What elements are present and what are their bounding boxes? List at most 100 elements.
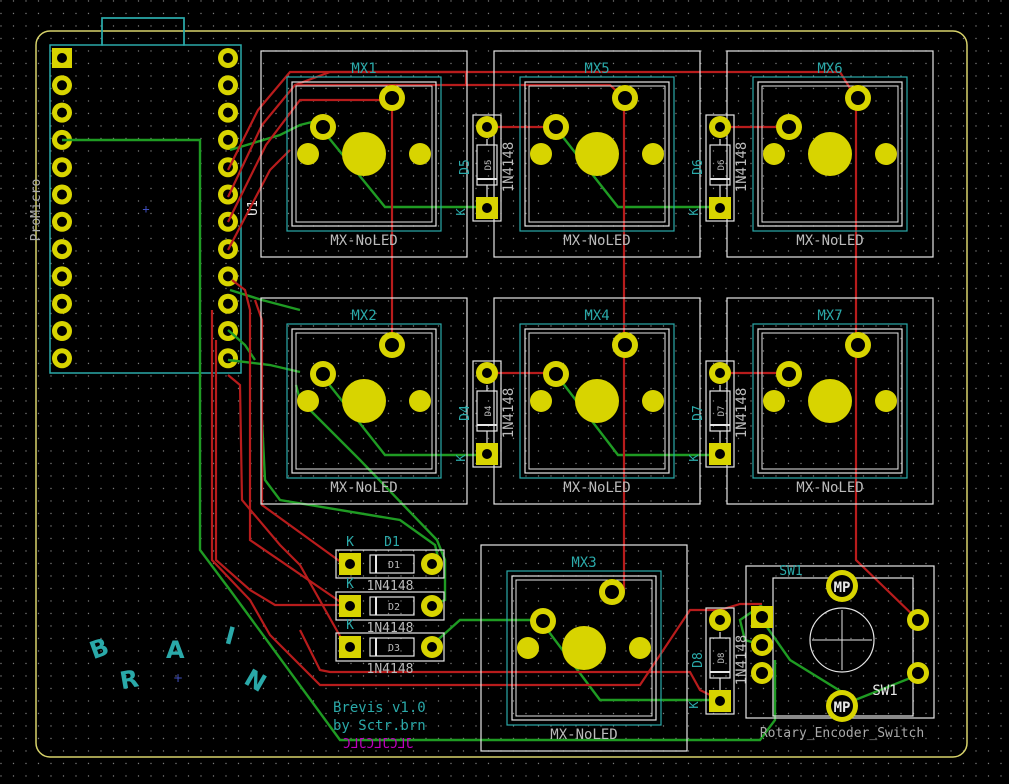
switch-peg-right <box>409 143 431 165</box>
promicro-pad-hole <box>57 244 67 255</box>
switch-value-label: MX-NoLED <box>796 480 863 496</box>
promicro-pad-hole <box>57 216 67 227</box>
promicro-pad-hole <box>57 80 67 91</box>
diode-inner-ref: D4 <box>484 406 494 417</box>
key-switch[interactable]: MX5 MX-NoLED <box>493 50 701 258</box>
diode-k-marker: K <box>346 535 354 550</box>
switch-peg-right <box>642 143 664 165</box>
credits-back-text: JLCJLCJLC <box>343 737 413 752</box>
credits-line-2: by Sctr.brn <box>333 718 426 734</box>
promicro-pad-hole <box>57 326 67 336</box>
switch-ref-label: MX4 <box>584 308 609 324</box>
key-switch[interactable]: MX7 MX-NoLED <box>726 297 934 505</box>
switch-peg-left <box>530 143 552 165</box>
diode-inner-ref: D5 <box>484 160 494 171</box>
diode-pad-anode-hole <box>427 559 437 569</box>
diode-pad-cathode-hole <box>715 449 725 459</box>
encoder-switch-pad-1-hole <box>912 614 924 626</box>
diode-pad-anode-hole <box>715 615 725 625</box>
diode-ref-label: D8 <box>691 652 706 668</box>
switch-pin-2-hole <box>618 338 632 352</box>
encoder-ref-label: SW1 <box>779 564 802 579</box>
diode-pad-anode-hole <box>427 601 437 611</box>
diode-k-marker: K <box>454 454 468 462</box>
switch-pin-2-hole <box>605 585 619 599</box>
pcb-layout-canvas[interactable]: ProMicro U1 + MX1MX-NoLEDMX5MX-NoLEDMX6M… <box>0 0 1009 784</box>
promicro-pad-hole <box>223 107 233 118</box>
encoder-value-label: Rotary_Encoder_Switch <box>760 726 924 741</box>
promicro-pad-hole <box>223 53 233 63</box>
switch-peg-right <box>875 143 897 165</box>
switch-pin-1-hole <box>549 367 563 381</box>
encoder-pad-c-hole <box>756 639 768 651</box>
switch-pin-2-hole <box>385 91 399 105</box>
switch-value-label: MX-NoLED <box>563 233 630 249</box>
switch-ref-label: MX7 <box>817 308 842 324</box>
promicro-pad-hole <box>57 298 67 309</box>
diode-k-marker: K <box>687 208 701 216</box>
diode-value-label: 1N4148 <box>734 142 750 193</box>
switch-pin-1-hole <box>782 367 796 381</box>
key-switch[interactable]: MX2 MX-NoLED <box>260 297 468 505</box>
switch-pin-2-hole <box>851 91 865 105</box>
diode-inner-ref: D6 <box>717 160 727 171</box>
encoder-mp-bottom-label: MP <box>834 700 851 716</box>
diode-inner-ref: D8 <box>717 653 727 664</box>
diode-ref-label: D5 <box>458 159 473 175</box>
switch-ref-label: MX1 <box>351 61 376 77</box>
diode-ref-label: D4 <box>458 405 473 421</box>
credits-line-1: Brevis v1.0 <box>333 700 426 716</box>
diode-pad-cathode-hole <box>482 203 492 213</box>
diode-pad-anode-hole <box>482 122 492 132</box>
diode-ref-label: D6 <box>691 159 706 175</box>
diode-ref-label: D7 <box>691 405 706 421</box>
logo-letter-a: A <box>166 636 185 664</box>
switch-peg-left <box>297 143 319 165</box>
diode-inner-ref: D3 <box>388 643 400 654</box>
key-switch[interactable]: MX3 MX-NoLED <box>480 544 688 752</box>
switch-ref-label: MX6 <box>817 61 842 77</box>
key-switch[interactable]: MX6 MX-NoLED <box>726 50 934 258</box>
switch-pin-1-hole <box>316 120 330 134</box>
diode-pad-cathode-hole <box>345 601 355 611</box>
key-switch[interactable]: MX4 MX-NoLED <box>493 297 701 505</box>
switch-center-hole-pad <box>342 132 386 176</box>
diode-pad-cathode-hole <box>715 203 725 213</box>
promicro-pad-hole <box>223 353 233 364</box>
switch-peg-left <box>763 390 785 412</box>
switch-ref-label: MX5 <box>584 61 609 77</box>
diode-pad-cathode-hole <box>482 449 492 459</box>
switch-peg-left <box>517 637 539 659</box>
key-switch[interactable]: MX1 MX-NoLED <box>260 50 468 258</box>
diode-k-marker: K <box>454 208 468 216</box>
promicro-origin-marker: + <box>142 202 149 216</box>
diode-pad-cathode-hole <box>715 696 725 706</box>
switch-center-hole-pad <box>342 379 386 423</box>
switch-ref-label: MX2 <box>351 308 376 324</box>
switch-center-hole-pad <box>808 132 852 176</box>
switch-pin-1-hole <box>316 367 330 381</box>
diode-value-label: 1N4148 <box>367 662 414 677</box>
encoder-mp-top-label: MP <box>834 580 851 596</box>
encoder-switch-pad-2-hole <box>912 667 924 679</box>
promicro-pad-hole <box>57 271 67 282</box>
switch-value-label: MX-NoLED <box>330 480 397 496</box>
switch-peg-right <box>875 390 897 412</box>
logo-origin-marker: + <box>173 671 183 685</box>
encoder-pad-b-hole <box>756 667 768 679</box>
diode-ref-label: D1 <box>384 535 400 550</box>
promicro-value-label: ProMicro <box>29 179 44 242</box>
diode-value-label: 1N4148 <box>367 621 414 636</box>
promicro-pad-hole <box>57 189 67 200</box>
switch-center-hole-pad <box>575 379 619 423</box>
switch-pin-1-hole <box>536 614 550 628</box>
diode-pad-cathode-hole <box>345 642 355 652</box>
switch-pin-2-hole <box>385 338 399 352</box>
promicro-pad-hole <box>57 107 67 118</box>
diode-k-marker: K <box>346 577 354 592</box>
encoder-pad-a-hole <box>756 611 768 623</box>
diode-value-label: 1N4148 <box>501 388 517 439</box>
diode-pad-anode-hole <box>482 368 492 378</box>
switch-center-hole-pad <box>808 379 852 423</box>
promicro-pad-hole <box>223 271 233 282</box>
